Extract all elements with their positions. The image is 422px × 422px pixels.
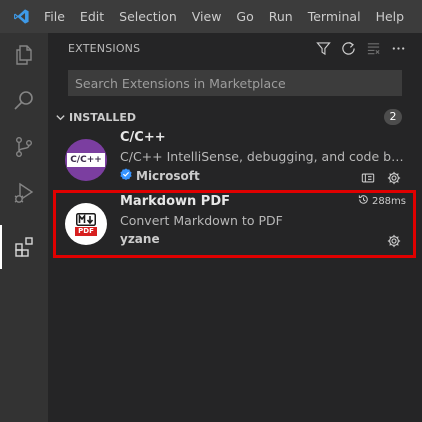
verified-publisher-icon — [120, 168, 132, 183]
menu-view[interactable]: View — [192, 0, 222, 33]
menu-bar: File Edit Selection View Go Run Terminal… — [0, 0, 422, 33]
chevron-down-icon — [54, 111, 66, 123]
search-icon[interactable] — [0, 79, 48, 123]
extension-description: Convert Markdown to PDF — [120, 213, 283, 228]
cpp-extension-icon: C/C++ — [65, 139, 107, 181]
installed-section-header[interactable]: INSTALLED 2 — [48, 106, 422, 128]
sidebar-actions — [315, 33, 406, 63]
section-title: INSTALLED — [69, 110, 137, 124]
activation-time-value: 288ms — [371, 195, 406, 207]
extension-item-cpp[interactable]: C/C++ C/C++ C/C++ IntelliSense, debuggin… — [48, 130, 422, 188]
sidebar-title: EXTENSIONS — [68, 41, 141, 55]
extensions-icon[interactable] — [0, 225, 48, 269]
extension-description: C/C++ IntelliSense, debugging, and code … — [120, 149, 406, 164]
extension-item-markdown-pdf[interactable]: PDF Markdown PDF 288ms Convert Markdown … — [48, 194, 422, 252]
menu-file[interactable]: File — [44, 0, 65, 33]
search-extensions-input[interactable] — [68, 70, 402, 96]
pdf-icon-label: PDF — [75, 226, 97, 236]
files-icon[interactable] — [0, 33, 48, 77]
markdown-pdf-extension-icon: PDF — [65, 203, 107, 245]
menu-terminal[interactable]: Terminal — [308, 0, 361, 33]
refresh-icon[interactable] — [340, 40, 356, 56]
cpp-icon-label: C/C++ — [67, 153, 105, 167]
installed-count-badge: 2 — [384, 109, 402, 125]
extension-name: C/C++ — [120, 130, 166, 145]
sync-ignored-icon[interactable] — [360, 170, 376, 186]
publisher-name: yzane — [120, 232, 160, 246]
menu-go[interactable]: Go — [236, 0, 253, 33]
activity-bar — [0, 33, 48, 422]
extension-publisher: Microsoft — [120, 168, 200, 183]
clear-extensions-icon[interactable] — [365, 40, 381, 56]
activation-time: 288ms — [358, 194, 406, 208]
more-actions-icon[interactable] — [390, 40, 406, 56]
source-control-icon[interactable] — [0, 125, 48, 169]
run-debug-icon[interactable] — [0, 171, 48, 215]
markdown-mark-icon — [76, 212, 96, 226]
menu-run[interactable]: Run — [269, 0, 293, 33]
extension-name: Markdown PDF — [120, 194, 230, 209]
history-icon — [358, 194, 369, 208]
filter-icon[interactable] — [315, 40, 331, 56]
manage-gear-icon[interactable] — [386, 170, 402, 186]
extensions-sidebar: EXTENSIONS INS — [48, 33, 422, 422]
menu-selection[interactable]: Selection — [119, 0, 177, 33]
publisher-name: Microsoft — [136, 168, 200, 183]
menu-edit[interactable]: Edit — [80, 0, 104, 33]
manage-gear-icon[interactable] — [386, 233, 402, 249]
extension-publisher: yzane — [120, 232, 160, 246]
menu-help[interactable]: Help — [376, 0, 405, 33]
vscode-logo-icon — [0, 0, 42, 33]
